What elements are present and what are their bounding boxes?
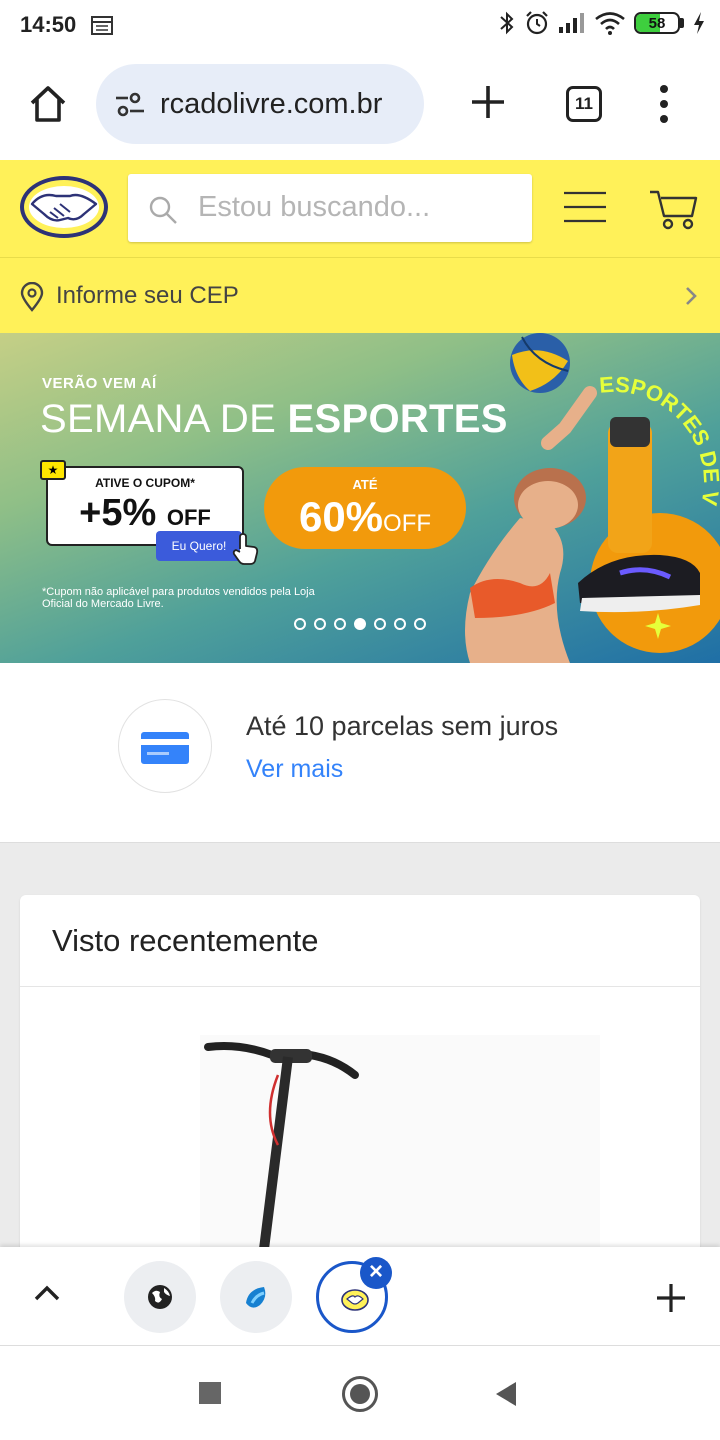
eu-quero-button[interactable]: Eu Quero!: [156, 531, 242, 561]
back-triangle-icon[interactable]: [494, 1380, 518, 1408]
status-icons: 58: [498, 10, 706, 36]
tab-switcher-icon[interactable]: 11: [566, 86, 602, 122]
mercado-livre-favicon-icon: [341, 1289, 369, 1311]
calendar-icon: [91, 16, 113, 35]
tab-globe[interactable]: [124, 1261, 196, 1333]
installments-icon-circle: [118, 699, 212, 793]
carousel-dot[interactable]: [334, 618, 346, 630]
coupon-label: ATIVE O CUPOM*: [95, 476, 195, 490]
address-bar[interactable]: rcadolivre.com.br: [96, 64, 424, 144]
cart-icon[interactable]: [648, 188, 698, 230]
cep-bar[interactable]: Informe seu CEP: [0, 257, 720, 333]
banner-eyebrow: VERÃO VEM AÍ: [42, 375, 157, 392]
promo-banner[interactable]: VERÃO VEM AÍ SEMANA DE ESPORTES ATIVE O …: [0, 333, 720, 663]
system-nav-bar: [0, 1345, 720, 1440]
add-tab-plus-icon[interactable]: [656, 1283, 686, 1313]
url-text[interactable]: rcadolivre.com.br: [160, 88, 382, 121]
alarm-icon: [526, 11, 548, 35]
recently-viewed-title: Visto recentemente: [52, 923, 319, 958]
tab-app[interactable]: [220, 1261, 292, 1333]
close-tab-button[interactable]: ×: [360, 1257, 392, 1289]
status-bar: 14:50 58: [0, 0, 720, 50]
screen: 14:50 58 rcadolivre.com.br 11 Estou busc…: [0, 0, 720, 1440]
divider: [20, 986, 700, 987]
chevron-right-icon: [686, 287, 697, 305]
hamburger-menu-icon[interactable]: [564, 190, 606, 224]
search-input[interactable]: Estou buscando...: [198, 191, 430, 224]
tab-strip: ×: [0, 1247, 720, 1345]
banner-title-regular: SEMANA DE: [40, 397, 288, 441]
carousel-dots[interactable]: [294, 618, 426, 630]
search-bar[interactable]: Estou buscando...: [128, 174, 532, 242]
app-favicon-icon: [246, 1287, 266, 1308]
carousel-dot[interactable]: [294, 618, 306, 630]
chevron-up-icon[interactable]: [34, 1285, 60, 1301]
site-settings-icon[interactable]: [114, 92, 146, 118]
wifi-icon: [595, 12, 625, 35]
carousel-dot[interactable]: [354, 618, 366, 630]
athlete-illustration: ESPORTES DE V: [465, 333, 720, 663]
home-circle-icon[interactable]: [342, 1376, 378, 1412]
cep-label[interactable]: Informe seu CEP: [56, 282, 239, 310]
site-header: Estou buscando...: [0, 160, 720, 257]
location-pin-icon: [20, 282, 44, 312]
signal-icon: [559, 13, 584, 33]
star-icon: ★: [40, 460, 66, 480]
carousel-dot[interactable]: [394, 618, 406, 630]
carousel-dot[interactable]: [374, 618, 386, 630]
globe-icon: [148, 1285, 172, 1309]
charging-icon: [694, 12, 704, 34]
installments-section: Até 10 parcelas sem juros Ver mais: [0, 663, 720, 843]
search-icon: [149, 196, 177, 224]
home-icon[interactable]: [28, 84, 68, 124]
carousel-dot[interactable]: [414, 618, 426, 630]
new-tab-plus-icon[interactable]: [470, 84, 506, 120]
banner-footnote: *Cupom não aplicável para produtos vendi…: [42, 586, 315, 610]
credit-card-icon: [141, 732, 189, 764]
coupon-value: +5% OFF: [79, 492, 211, 534]
ver-mais-link[interactable]: Ver mais: [246, 755, 343, 784]
recents-square-icon[interactable]: [199, 1382, 221, 1404]
overflow-menu-icon[interactable]: [656, 84, 672, 124]
carousel-dot[interactable]: [314, 618, 326, 630]
browser-toolbar: rcadolivre.com.br 11: [0, 50, 720, 160]
pointer-hand-icon: [232, 533, 259, 565]
mercado-livre-logo[interactable]: [18, 174, 110, 240]
status-time: 14:50: [20, 12, 77, 37]
battery-percent: 58: [648, 15, 666, 32]
battery-icon: 58: [634, 12, 684, 34]
installments-title: Até 10 parcelas sem juros: [246, 711, 559, 741]
bluetooth-icon: [500, 11, 514, 35]
